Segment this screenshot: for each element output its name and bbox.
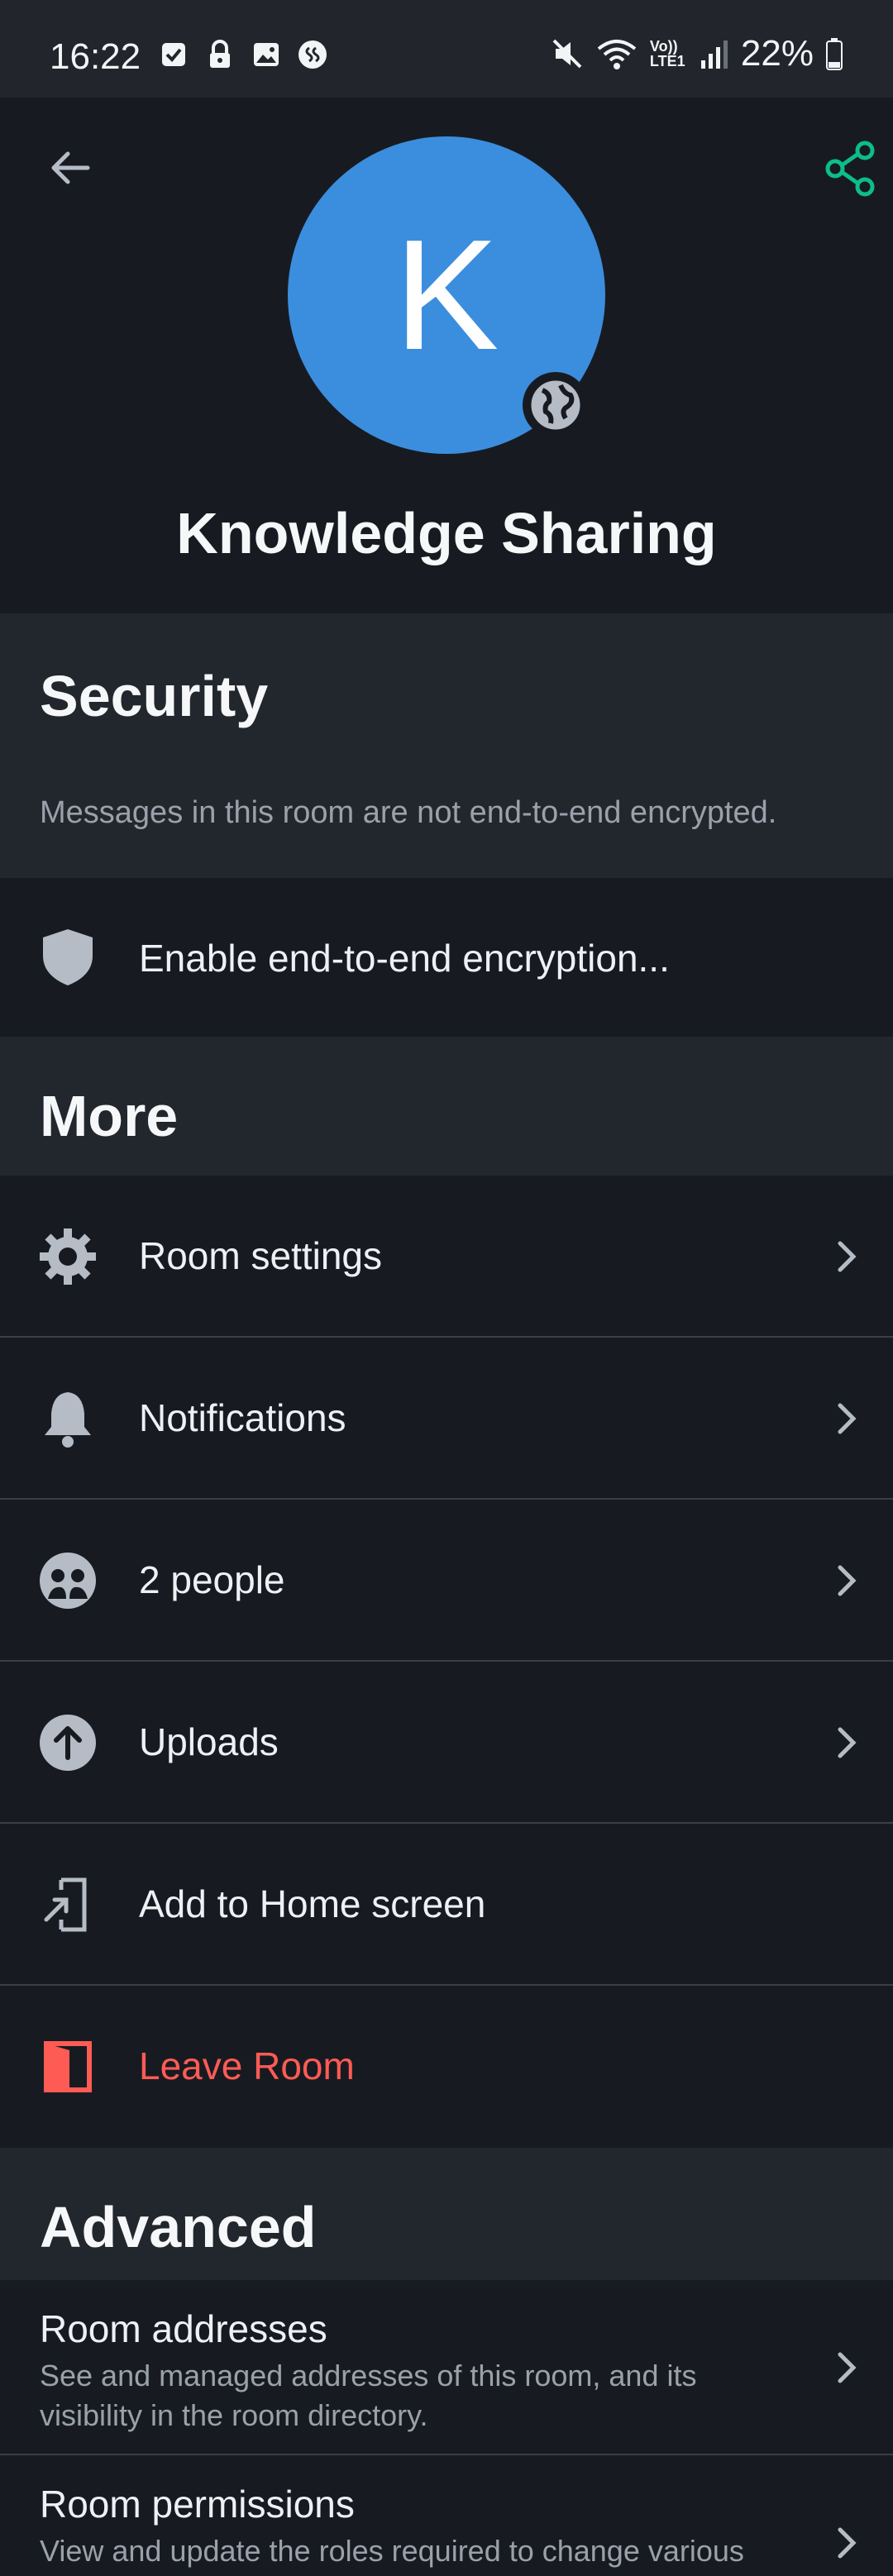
- battery-icon: [826, 38, 843, 70]
- uploads-item[interactable]: Uploads: [0, 1662, 893, 1824]
- chevron-right-icon: [838, 2527, 857, 2559]
- share-button[interactable]: [820, 139, 880, 198]
- room-permissions-subtitle: View and update the roles required to ch…: [40, 2534, 744, 2568]
- shazam-notification-icon: [296, 38, 329, 71]
- notifications-item[interactable]: Notifications: [0, 1338, 893, 1500]
- gallery-notification-icon: [250, 38, 283, 71]
- chevron-right-icon: [838, 1727, 857, 1758]
- more-title: More: [40, 1084, 179, 1148]
- room-header: K Knowledge Sharing: [0, 98, 893, 613]
- signal-icon: [700, 41, 728, 69]
- room-permissions-item[interactable]: Room permissions View and update the rol…: [0, 2455, 893, 2576]
- more-section-header: More: [0, 1037, 893, 1176]
- security-title: Security: [40, 664, 269, 728]
- lock-notification-icon: [203, 38, 236, 71]
- leave-room-item[interactable]: Leave Room: [0, 1986, 893, 2148]
- chevron-right-icon: [838, 2352, 857, 2383]
- room-addresses-title: Room addresses: [40, 2307, 327, 2350]
- globe-icon: [528, 378, 583, 432]
- leave-door-icon: [38, 2037, 98, 2097]
- arrow-left-icon: [51, 151, 90, 184]
- enable-encryption-label: Enable end-to-end encryption...: [139, 937, 670, 980]
- public-room-badge: [523, 372, 589, 438]
- chevron-right-icon: [838, 1241, 857, 1272]
- advanced-section-header: Advanced: [0, 2148, 893, 2280]
- room-addresses-subtitle: See and managed addresses of this room, …: [40, 2359, 697, 2432]
- status-bar: 16:22 Vo)) LTE1 22%: [0, 0, 893, 98]
- notifications-label: Notifications: [139, 1396, 346, 1439]
- upload-icon: [38, 1713, 98, 1772]
- gear-icon: [38, 1227, 98, 1286]
- wifi-icon: [597, 40, 637, 69]
- leave-room-label: Leave Room: [139, 2044, 355, 2087]
- room-settings-item[interactable]: Room settings: [0, 1176, 893, 1338]
- enable-encryption-item[interactable]: Enable end-to-end encryption...: [0, 878, 893, 1037]
- avatar-letter: K: [394, 208, 499, 383]
- advanced-title: Advanced: [40, 2195, 317, 2259]
- shield-icon: [38, 928, 98, 987]
- share-icon: [825, 141, 875, 197]
- security-section-header: Security Messages in this room are not e…: [0, 613, 893, 878]
- back-button[interactable]: [41, 139, 99, 197]
- room-settings-label: Room settings: [139, 1234, 383, 1277]
- room-addresses-item[interactable]: Room addresses See and managed addresses…: [0, 2280, 893, 2455]
- room-permissions-title: Room permissions: [40, 2483, 355, 2526]
- add-to-home-item[interactable]: Add to Home screen: [0, 1824, 893, 1986]
- security-description: Messages in this room are not end-to-end…: [40, 795, 777, 830]
- checkbox-notification-icon: [157, 38, 190, 71]
- status-time: 16:22: [50, 36, 141, 77]
- add-to-home-icon: [38, 1875, 98, 1934]
- bell-icon: [38, 1389, 98, 1448]
- chevron-right-icon: [838, 1403, 857, 1434]
- uploads-label: Uploads: [139, 1720, 279, 1763]
- people-label: 2 people: [139, 1558, 285, 1601]
- chevron-right-icon: [838, 1565, 857, 1596]
- people-item[interactable]: 2 people: [0, 1500, 893, 1662]
- add-to-home-label: Add to Home screen: [139, 1882, 486, 1925]
- mute-icon: [552, 39, 582, 69]
- room-name: Knowledge Sharing: [176, 501, 717, 565]
- lte-indicator: Vo)) LTE1: [649, 38, 685, 69]
- people-icon: [38, 1551, 98, 1610]
- battery-percent: 22%: [740, 33, 814, 74]
- notification-icons: [157, 38, 329, 71]
- system-icons: Vo)) LTE1 22%: [551, 33, 843, 74]
